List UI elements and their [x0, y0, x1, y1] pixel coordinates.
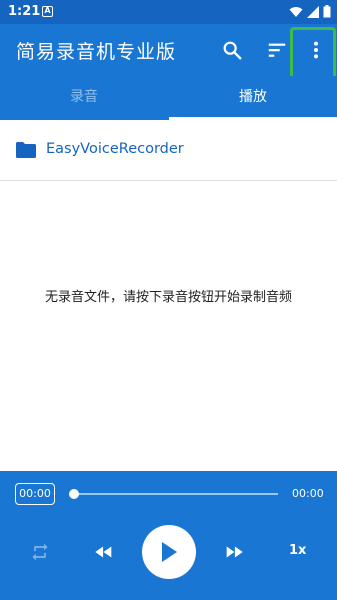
battery-icon [323, 5, 331, 18]
tab-playback[interactable]: 播放 [169, 76, 337, 120]
playback-speed-button[interactable]: 1x [289, 543, 306, 558]
player-panel: 00:00 00:00 1x [0, 471, 337, 600]
signal-icon [307, 5, 319, 18]
app-title: 简易录音机专业版 [16, 41, 177, 63]
seek-bar[interactable] [74, 493, 278, 495]
repeat-icon [32, 543, 48, 561]
folder-icon [16, 142, 36, 158]
fast-forward-icon [226, 546, 243, 558]
current-time: 00:00 [15, 483, 55, 505]
wifi-icon [289, 6, 303, 17]
notification-a-icon: A [42, 6, 53, 17]
search-button[interactable] [219, 37, 245, 63]
folder-row[interactable]: EasyVoiceRecorder [0, 120, 337, 181]
empty-state-message: 无录音文件，请按下录音按钮开始录制音频 [44, 290, 292, 305]
fast-forward-button[interactable] [220, 540, 248, 564]
status-icons [289, 5, 331, 18]
app-bar: 简易录音机专业版 [0, 24, 337, 76]
repeat-button[interactable] [27, 540, 53, 564]
tab-record[interactable]: 录音 [0, 76, 168, 120]
total-time: 00:00 [292, 487, 324, 500]
tab-bar: 录音 播放 [0, 76, 337, 120]
folder-name: EasyVoiceRecorder [46, 141, 184, 157]
rewind-button[interactable] [90, 540, 118, 564]
play-button[interactable] [142, 525, 196, 579]
search-icon [223, 41, 242, 60]
status-time: 1:21 [8, 4, 41, 19]
sort-button[interactable] [264, 37, 290, 63]
play-icon [162, 542, 177, 562]
sort-icon [268, 43, 286, 57]
rewind-icon [95, 546, 112, 558]
seek-thumb[interactable] [69, 489, 79, 499]
status-bar: 1:21 A [0, 0, 337, 24]
